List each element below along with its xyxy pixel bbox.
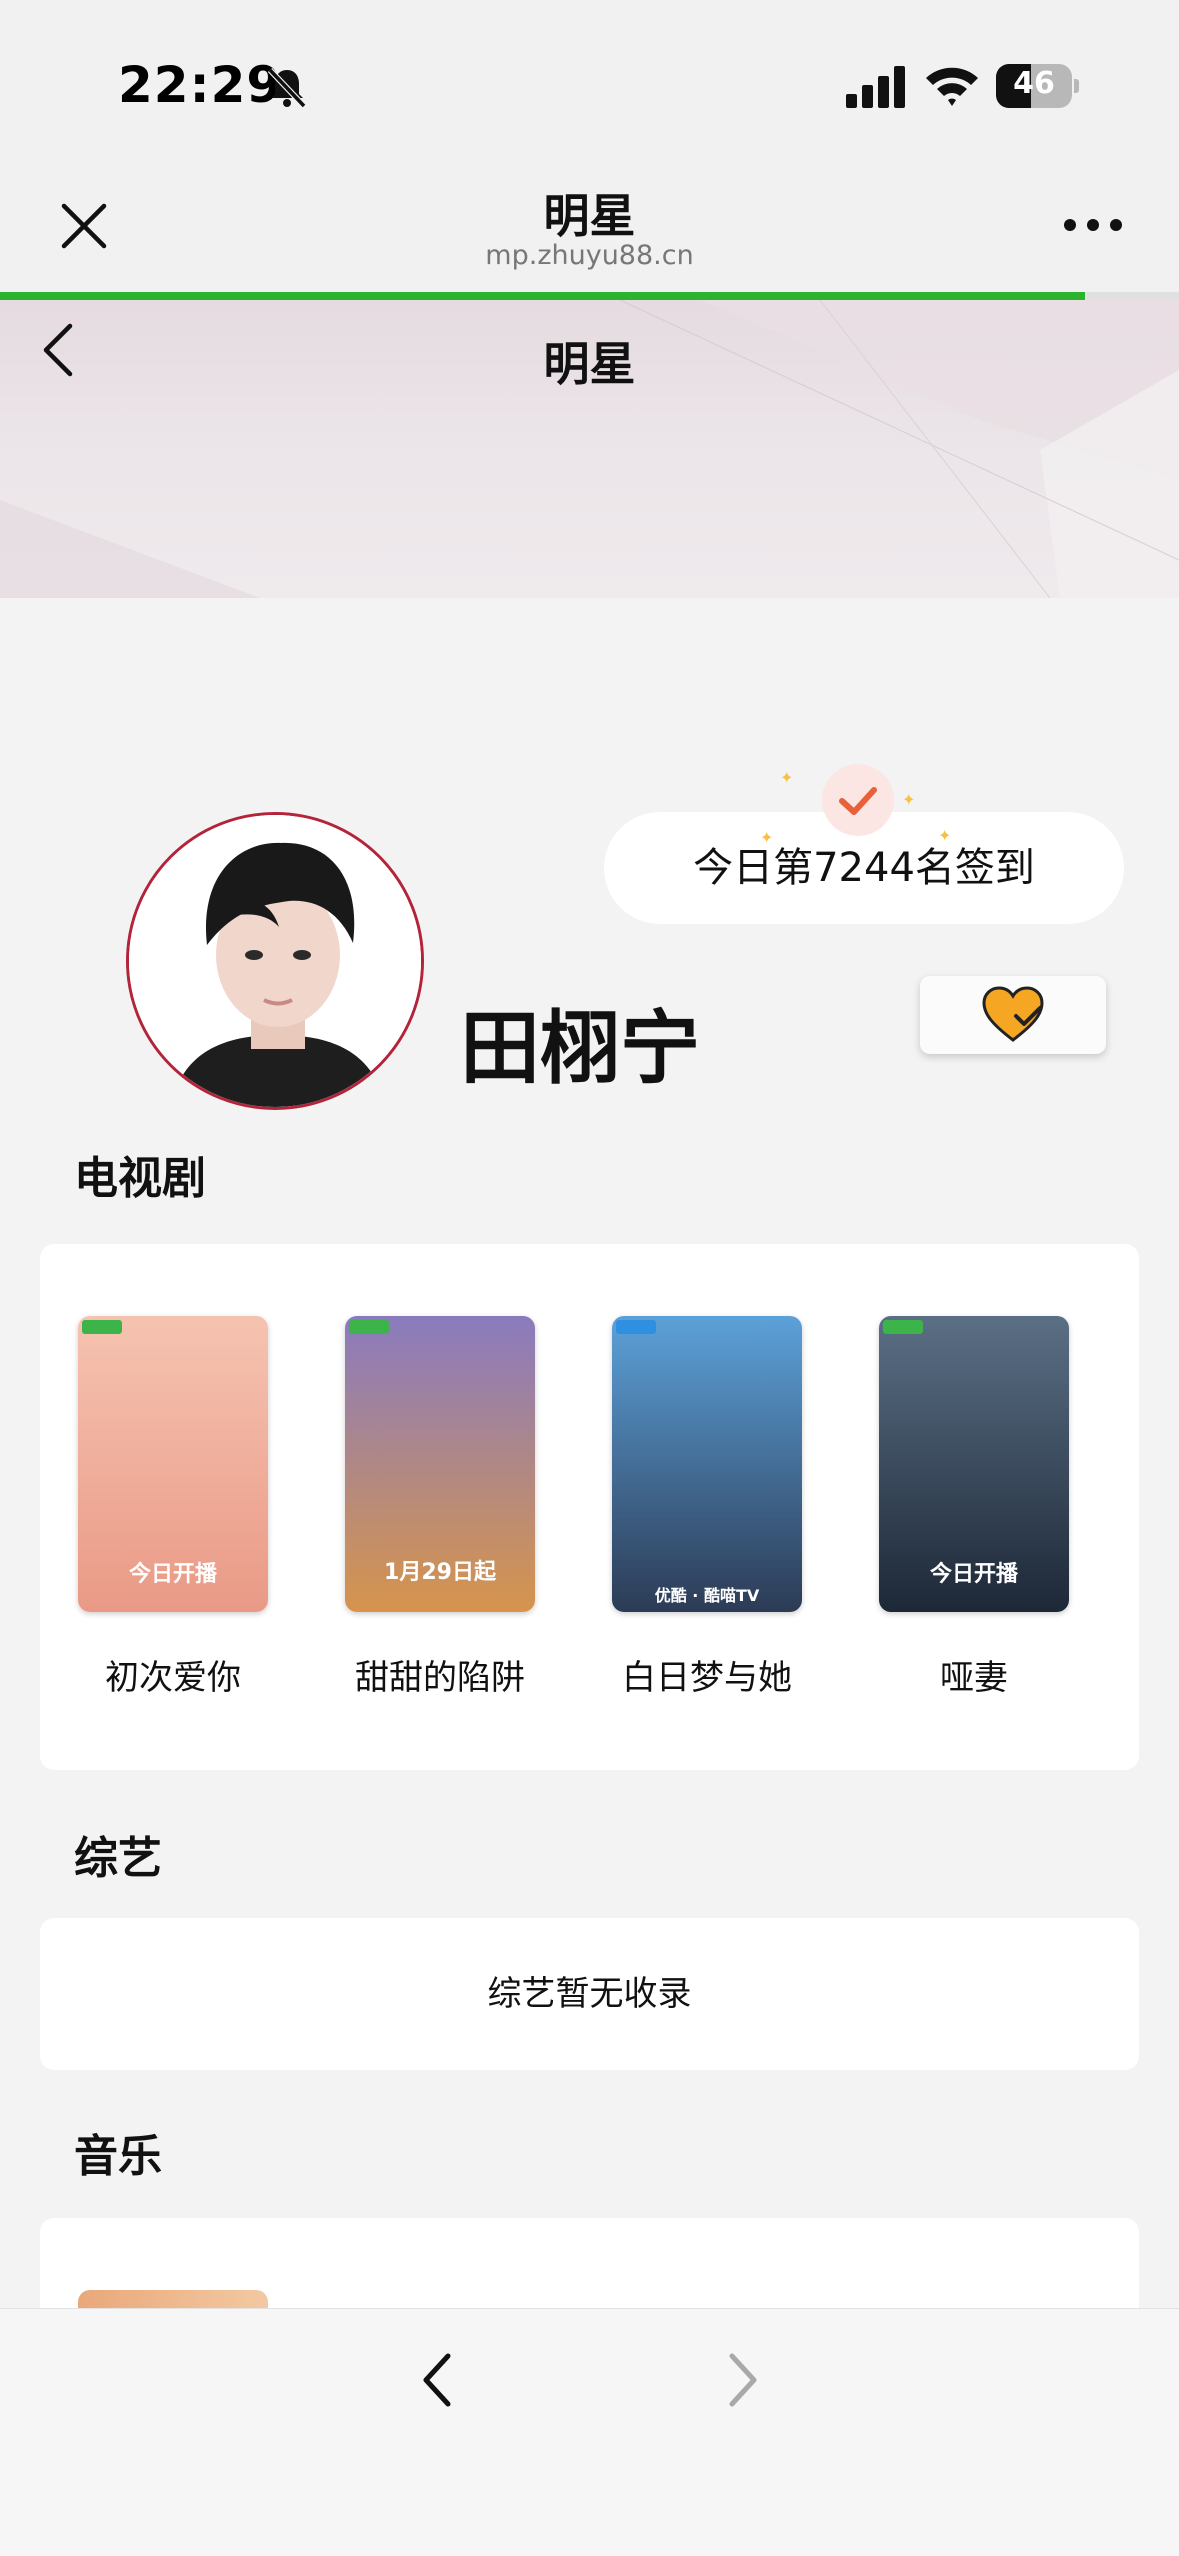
heart-check-icon [982,986,1044,1042]
sparkle-icon: ✦ [938,826,952,845]
bell-muted-icon [267,67,307,109]
poster-image[interactable]: 1月29日起 [345,1316,535,1612]
drama-title[interactable]: 哑妻 [859,1650,1089,1699]
chevron-left-icon[interactable] [410,2350,470,2410]
more-icon[interactable] [1062,212,1124,238]
poster-image[interactable]: 今日开播 [879,1316,1069,1612]
drama-title[interactable]: 白日梦与她 [592,1650,822,1699]
drama-title[interactable]: 初次爱你 [58,1650,288,1699]
browser-url: mp.zhuyu88.cn [485,240,694,271]
section-title-tv: 电视剧 [74,1153,206,1204]
browser-bottom-bar [0,2308,1179,2556]
cellular-signal-icon [846,66,905,108]
empty-note: 综艺暂无收录 [487,1974,692,2014]
poster-image[interactable]: 优酷 · 酷喵TV [612,1316,802,1612]
checkmark-icon [822,764,894,836]
section-title-music: 音乐 [74,2131,162,2182]
sparkle-icon: ✦ [902,790,916,809]
avatar [126,812,424,1110]
chevron-right-icon[interactable] [710,2350,770,2410]
battery-icon: 46 [996,64,1079,108]
browser-title: 明星 [543,189,636,243]
sparkle-icon: ✦ [760,828,774,847]
favorite-button[interactable] [920,976,1106,1054]
star-name: 田栩宁 [460,1002,700,1095]
page-title: 明星 [543,337,636,391]
sparkle-icon: ✦ [780,768,794,787]
battery-level: 46 [1013,66,1055,101]
wifi-icon [926,67,978,106]
section-title-variety: 综艺 [74,1833,162,1884]
drama-title[interactable]: 甜甜的陷阱 [325,1650,555,1699]
page-load-progress [0,292,1179,300]
status-time: 22:29 [118,56,283,114]
poster-image[interactable]: 今日开播 [78,1316,268,1612]
